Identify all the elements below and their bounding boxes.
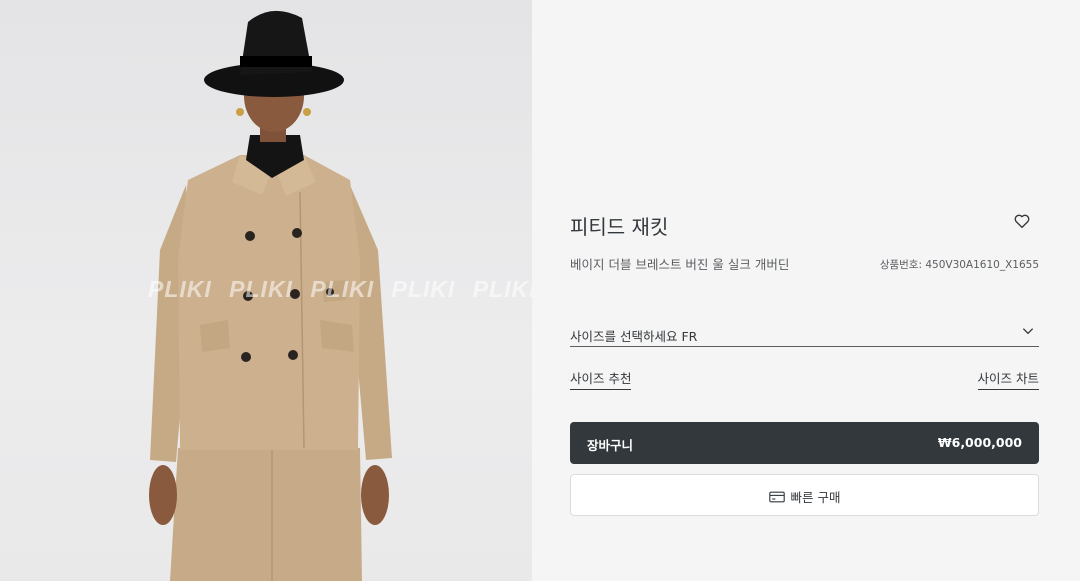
- product-title: 피티드 재킷: [570, 215, 669, 239]
- size-chart-link[interactable]: 사이즈 차트: [977, 368, 1039, 390]
- quick-buy-label: 빠른 구매: [790, 490, 841, 505]
- product-sku: 상품번호: 450V30A1610_X1655: [879, 259, 1039, 271]
- wishlist-button[interactable]: [1013, 212, 1031, 230]
- size-select-label: 사이즈를 선택하세요 FR: [570, 329, 698, 344]
- add-to-cart-label: 장바구니: [587, 438, 634, 453]
- size-recommend-link[interactable]: 사이즈 추천: [570, 368, 632, 390]
- product-image[interactable]: PLIKI PLIKI PLIKI PLIKI PLIKI PLIKI PLIK…: [0, 0, 532, 581]
- product-info-panel: 피티드 재킷 베이지 더블 브레스트 버진 울 실크 개버딘 상품번호: 450…: [532, 0, 1080, 581]
- product-price: ₩6,000,000: [937, 435, 1022, 450]
- size-select[interactable]: 사이즈를 선택하세요 FR: [570, 318, 1039, 347]
- watermark-text: PLIKI PLIKI PLIKI PLIKI PLIKI PLIKI PLIK…: [148, 276, 532, 302]
- chevron-down-icon: [1022, 328, 1034, 335]
- quick-buy-button[interactable]: 빠른 구매: [570, 474, 1039, 516]
- heart-icon: [1014, 214, 1030, 229]
- add-to-cart-button[interactable]: 장바구니 ₩6,000,000: [570, 422, 1039, 464]
- product-subtitle: 베이지 더블 브레스트 버진 울 실크 개버딘: [570, 257, 790, 272]
- credit-card-icon: [768, 491, 785, 503]
